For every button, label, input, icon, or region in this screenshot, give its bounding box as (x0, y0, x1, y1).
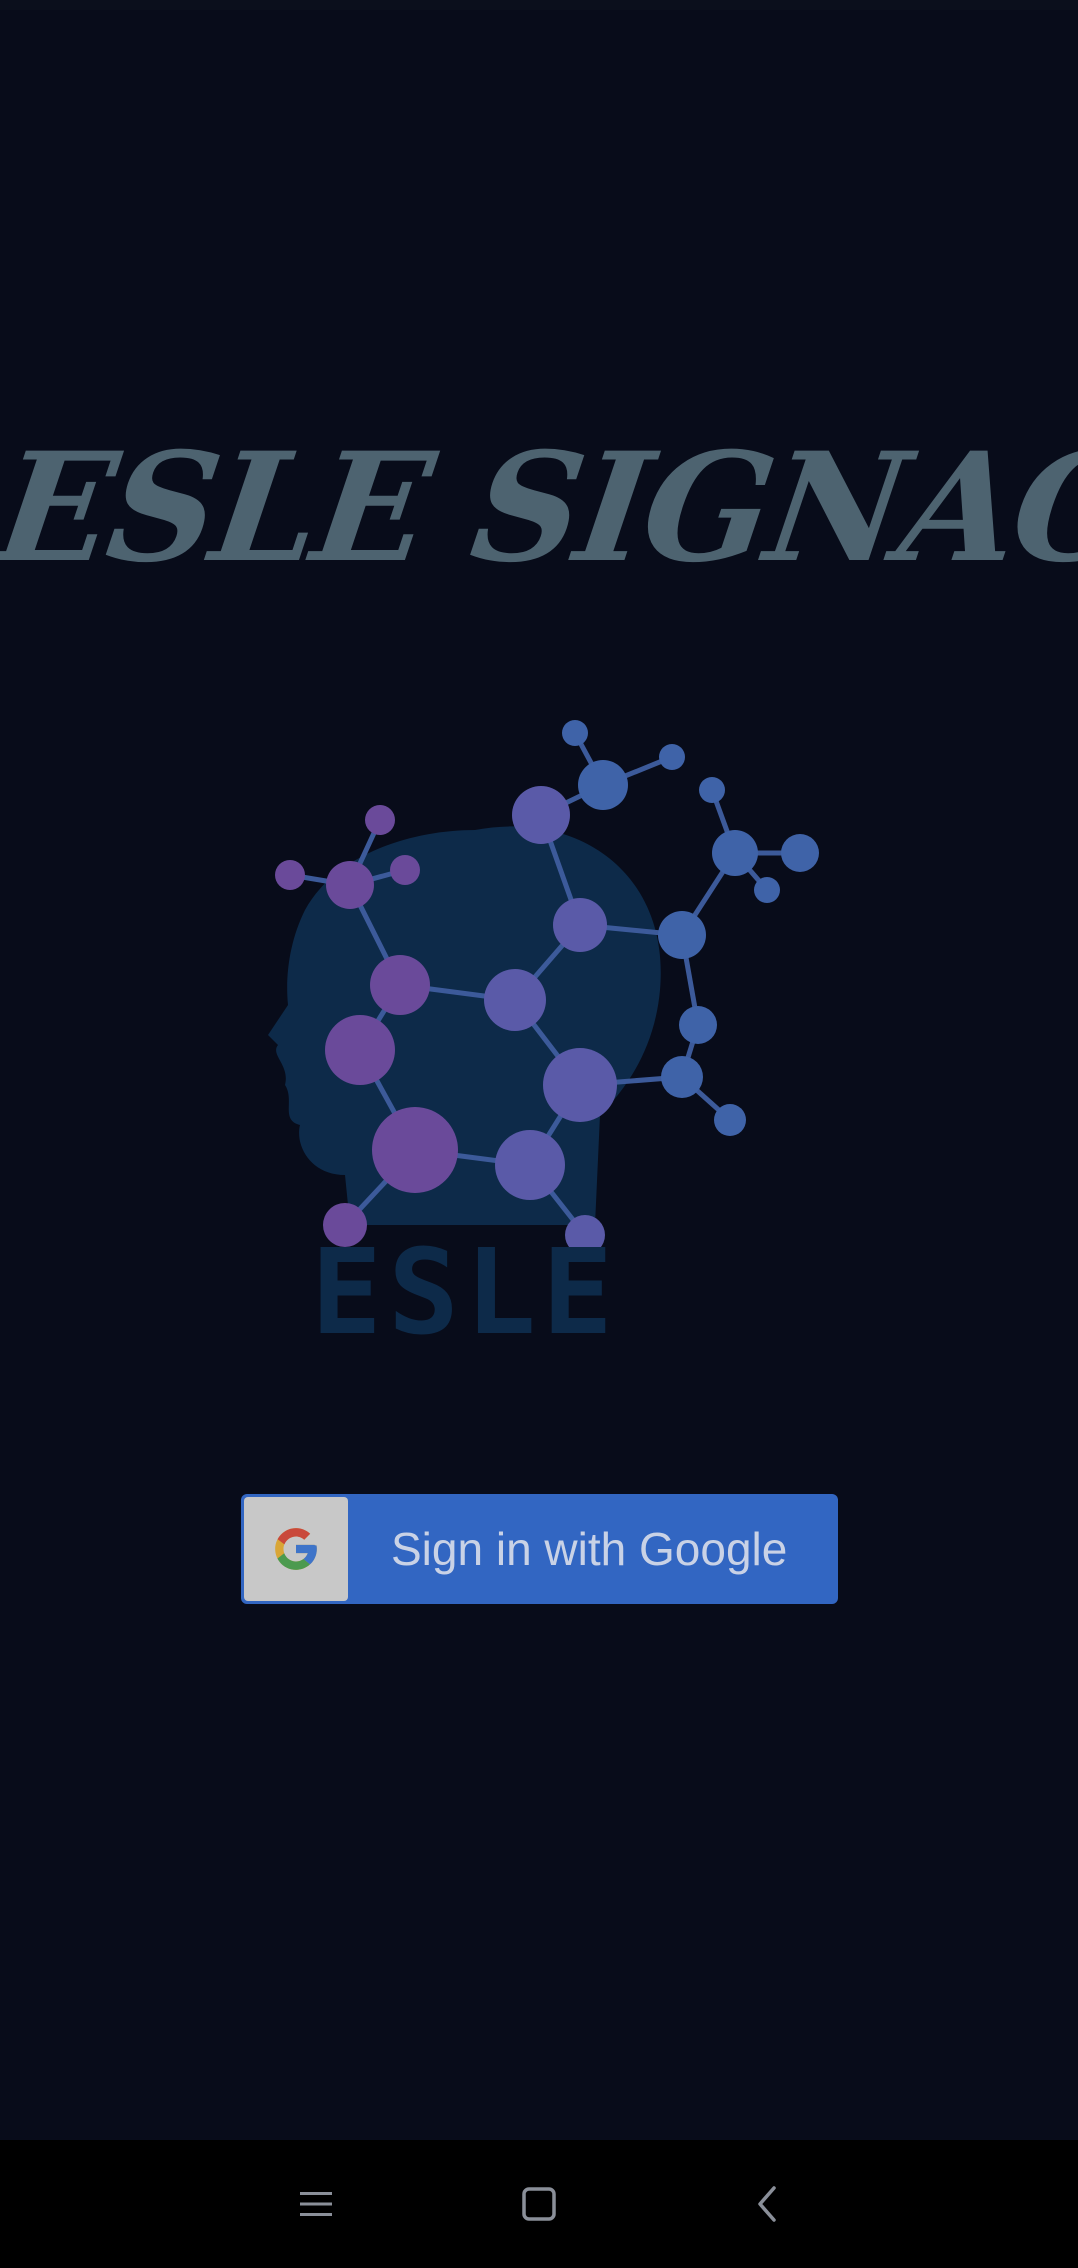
square-home-icon (522, 2187, 556, 2221)
signin-label: Sign in with Google (391, 1523, 788, 1575)
chevron-left-back-icon (758, 2186, 776, 2222)
menu-lines-icon (300, 2192, 332, 2216)
status-bar (0, 0, 1078, 10)
login-screen: ESLE SIGNAGE ESLE Sign in with Google (0, 0, 1078, 2268)
google-icon-box (244, 1497, 348, 1601)
head-molecule-logo: ESLE (268, 720, 819, 1355)
recents-button[interactable] (276, 2164, 356, 2244)
logo-wordmark: ESLE (311, 1223, 619, 1355)
navigation-bar (0, 2140, 1078, 2268)
google-signin-button[interactable]: Sign in with Google (241, 1494, 838, 1604)
google-g-icon (275, 1528, 317, 1570)
back-button[interactable] (727, 2164, 807, 2244)
app-title: ESLE SIGNAGE (0, 420, 1078, 596)
home-button[interactable] (499, 2164, 579, 2244)
